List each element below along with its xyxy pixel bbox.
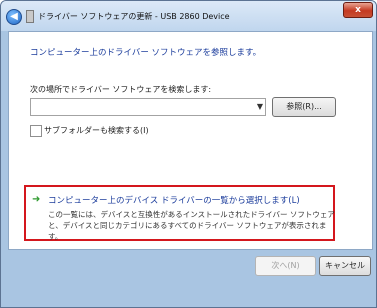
next-button[interactable]: 次へ(N) <box>255 256 316 276</box>
option-description: この一覧には、デバイスと互換性があるインストールされたドライバー ソフトウェア … <box>48 209 335 242</box>
driver-update-window: ◀ ドライバー ソフトウェアの更新 - USB 2860 Device x コン… <box>0 0 377 308</box>
dropdown-arrow-icon[interactable]: ▼ <box>257 102 263 111</box>
cancel-button[interactable]: キャンセル <box>319 256 371 276</box>
title-bar: ◀ ドライバー ソフトウェアの更新 - USB 2860 Device x <box>1 1 376 31</box>
browse-button[interactable]: 参照(R)... <box>272 97 336 117</box>
device-icon <box>26 10 34 23</box>
window-title: ドライバー ソフトウェアの更新 - USB 2860 Device <box>38 12 230 21</box>
page-heading: コンピューター上のドライバー ソフトウェアを参照します。 <box>30 48 262 58</box>
green-arrow-icon: ➜ <box>32 194 41 205</box>
path-combobox[interactable]: ▼ <box>30 98 266 116</box>
back-button[interactable]: ◀ <box>6 9 22 25</box>
option-title[interactable]: コンピューター上のデバイス ドライバーの一覧から選択します(L) <box>48 194 300 206</box>
option-desc-line: この一覧には、デバイスと互換性があるインストールされたドライバー ソフトウェア <box>48 210 335 219</box>
pick-from-list-option[interactable]: ➜ コンピューター上のデバイス ドライバーの一覧から選択します(L) この一覧に… <box>24 185 335 241</box>
include-subfolders-label[interactable]: サブフォルダーも検索する(I) <box>44 125 149 136</box>
include-subfolders-checkbox[interactable] <box>30 125 42 137</box>
close-button[interactable]: x <box>343 2 373 18</box>
option-desc-line: す。 <box>48 232 63 241</box>
content-area: コンピューター上のドライバー ソフトウェアを参照します。 次の場所でドライバー … <box>8 31 373 250</box>
option-desc-line: と、デバイスと同じカテゴリにあるすべてのドライバー ソフトウェアが表示されま <box>48 221 327 230</box>
search-location-label: 次の場所でドライバー ソフトウェアを検索します: <box>30 85 212 94</box>
